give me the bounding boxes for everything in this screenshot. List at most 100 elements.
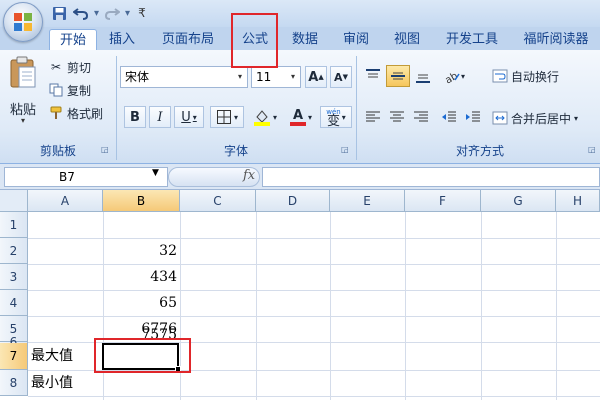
clipboard-launcher-icon[interactable]: ◲	[101, 145, 109, 154]
name-box-dropdown-icon[interactable]: ▼	[152, 168, 159, 178]
phonetic-guide-button[interactable]: wén 变 ▾	[320, 106, 352, 128]
select-all-corner[interactable]	[0, 190, 28, 212]
tab-home[interactable]: 开始	[49, 29, 97, 50]
paste-button[interactable]: 粘贴 ▾	[4, 54, 42, 138]
cut-button[interactable]: ✂ 剪切	[48, 57, 91, 77]
annotation-highlight-box	[231, 13, 278, 68]
phonetic-char: 变	[326, 114, 340, 129]
fill-color-button[interactable]: ▾	[248, 106, 282, 128]
alignment-launcher-icon[interactable]: ◲	[588, 145, 596, 154]
decrease-indent-icon	[442, 111, 456, 122]
align-center-button[interactable]	[386, 106, 408, 128]
bold-button[interactable]: B	[124, 106, 146, 128]
align-right-icon	[414, 111, 428, 122]
increase-indent-icon	[466, 111, 480, 122]
column-header-h[interactable]: H	[556, 190, 600, 212]
font-color-button[interactable]: A ▾	[284, 106, 318, 128]
cell-a7[interactable]: 最大值	[28, 343, 103, 369]
tab-page-layout[interactable]: 页面布局	[153, 29, 223, 50]
borders-button[interactable]: ▾	[210, 106, 244, 128]
redo-icon[interactable]	[103, 4, 121, 22]
cell-b3[interactable]: 434	[103, 264, 180, 290]
underline-icon: U	[181, 109, 191, 125]
merge-center-label: 合并后居中	[511, 111, 572, 126]
font-color-swatch	[289, 121, 306, 126]
column-header-d[interactable]: D	[256, 190, 330, 212]
tab-view[interactable]: 视图	[386, 29, 428, 50]
merge-center-dropdown-icon[interactable]: ▾	[574, 114, 578, 123]
formula-bar: B7 ▼ fx	[0, 164, 600, 190]
clipboard-icon	[10, 56, 36, 88]
customize-toolbar-icon[interactable]: ₹	[138, 6, 146, 20]
cell-b4[interactable]: 65	[103, 290, 180, 316]
grow-font-icon: A	[308, 69, 319, 85]
grid-line	[405, 212, 406, 400]
increase-indent-button[interactable]	[462, 106, 484, 128]
tab-data[interactable]: 数据	[284, 29, 326, 50]
insert-function-icon[interactable]: fx	[243, 168, 255, 183]
wrap-text-icon	[492, 68, 508, 84]
ribbon-home: 粘贴 ▾ ✂ 剪切 复制 格式刷 剪贴板 ◲ 宋体 ▾ 11 ▾ A ▲ A ▼ B…	[0, 50, 600, 164]
column-header-g[interactable]: G	[481, 190, 556, 212]
name-box[interactable]: B7	[4, 167, 168, 187]
align-middle-button[interactable]	[386, 65, 410, 87]
align-middle-icon	[391, 72, 405, 80]
align-top-button[interactable]	[362, 65, 384, 87]
font-launcher-icon[interactable]: ◲	[341, 145, 349, 154]
row-header-3[interactable]: 3	[0, 264, 28, 290]
grid-line	[556, 212, 557, 400]
cell-b2[interactable]: 32	[103, 238, 180, 264]
redo-dropdown-icon[interactable]: ▾	[125, 8, 130, 19]
save-icon[interactable]	[50, 4, 68, 22]
cell-a8[interactable]: 最小值	[28, 370, 103, 396]
formula-input[interactable]	[262, 167, 600, 187]
column-header-f[interactable]: F	[405, 190, 481, 212]
column-header-b[interactable]: B	[103, 190, 180, 212]
shrink-font-button[interactable]: A ▼	[330, 66, 352, 88]
align-right-button[interactable]	[410, 106, 432, 128]
format-painter-button[interactable]: 格式刷	[48, 103, 103, 123]
paste-dropdown-icon[interactable]: ▾	[4, 116, 42, 125]
font-color-icon: A	[292, 107, 304, 123]
column-header-e[interactable]: E	[330, 190, 405, 212]
font-name-combo[interactable]: 宋体 ▾	[120, 66, 248, 88]
annotation-highlight-box	[94, 338, 191, 373]
row-header-1[interactable]: 1	[0, 212, 28, 238]
office-button[interactable]	[3, 2, 43, 42]
tab-insert[interactable]: 插入	[101, 29, 143, 50]
column-header-a[interactable]: A	[28, 190, 103, 212]
orientation-icon: ab	[443, 71, 459, 84]
tab-developer[interactable]: 开发工具	[437, 29, 507, 50]
align-left-button[interactable]	[362, 106, 384, 128]
copy-button[interactable]: 复制	[48, 80, 91, 100]
ribbon-tab-row: 开始 插入 页面布局 公式 数据 审阅 视图 开发工具 福昕阅读器	[0, 27, 600, 50]
merge-center-button[interactable]: 合并后居中 ▾	[492, 108, 578, 128]
wrap-text-label: 自动换行	[511, 69, 560, 84]
orientation-button[interactable]: ab ▾	[438, 65, 470, 87]
tab-foxit-reader[interactable]: 福昕阅读器	[515, 29, 597, 50]
wrap-text-button[interactable]: 自动换行	[492, 66, 559, 86]
font-name-dropdown-icon[interactable]: ▾	[233, 67, 247, 87]
tab-review[interactable]: 审阅	[335, 29, 377, 50]
row-header-8[interactable]: 8	[0, 370, 28, 396]
row-header-4[interactable]: 4	[0, 290, 28, 316]
grid-line	[256, 212, 257, 400]
scissors-icon: ✂	[50, 60, 62, 74]
align-left-icon	[366, 111, 380, 122]
underline-button[interactable]: U ▾	[174, 106, 204, 128]
font-size-combo[interactable]: 11 ▾	[251, 66, 301, 88]
undo-dropdown-icon[interactable]: ▾	[94, 8, 99, 19]
align-top-icon	[366, 69, 380, 78]
font-size-dropdown-icon[interactable]: ▾	[286, 67, 300, 87]
row-header-7[interactable]: 7	[0, 343, 28, 370]
decrease-indent-button[interactable]	[438, 106, 460, 128]
alignment-group-label: 对齐方式	[455, 144, 504, 158]
column-header-c[interactable]: C	[180, 190, 256, 212]
font-name-value: 宋体	[125, 70, 150, 84]
grow-font-button[interactable]: A ▲	[305, 66, 327, 88]
undo-icon[interactable]	[72, 4, 90, 22]
align-bottom-button[interactable]	[412, 65, 434, 87]
italic-button[interactable]: I	[149, 106, 171, 128]
align-center-icon	[390, 111, 404, 122]
row-header-2[interactable]: 2	[0, 238, 28, 264]
